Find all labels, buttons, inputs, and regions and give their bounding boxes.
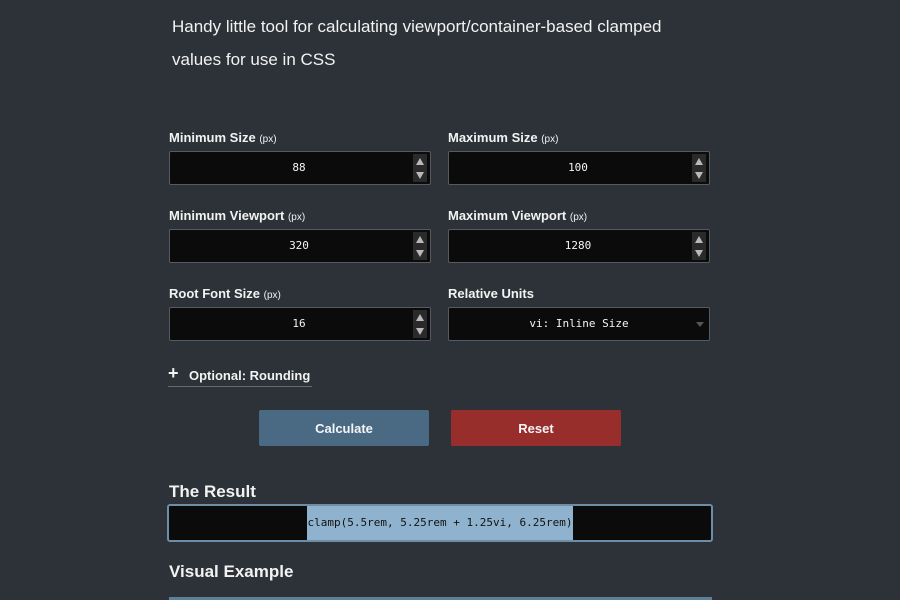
decrement-icon[interactable] bbox=[692, 246, 706, 260]
root-font-input[interactable]: 16 bbox=[169, 307, 431, 341]
relative-units-label: Relative Units bbox=[448, 286, 534, 301]
result-value: clamp(5.5rem, 5.25rem + 1.25vi, 6.25rem) bbox=[306, 506, 574, 540]
min-size-label: Minimum Size (px) bbox=[169, 129, 431, 147]
intro-text: Handy little tool for calculating viewpo… bbox=[172, 10, 732, 76]
max-size-field: Maximum Size (px) 100 bbox=[448, 129, 710, 185]
relative-units-select[interactable]: vi: Inline Size bbox=[448, 307, 710, 341]
max-viewport-field: Maximum Viewport (px) 1280 bbox=[448, 207, 710, 263]
root-font-label-text: Root Font Size bbox=[169, 286, 260, 301]
reset-button[interactable]: Reset bbox=[451, 410, 621, 446]
intro-line-2: values for use in CSS bbox=[172, 50, 336, 69]
root-font-label: Root Font Size (px) bbox=[169, 285, 431, 303]
max-size-label: Maximum Size (px) bbox=[448, 129, 710, 147]
max-size-value: 100 bbox=[568, 161, 588, 174]
optional-rounding-label: Optional: Rounding bbox=[189, 368, 311, 383]
min-viewport-input[interactable]: 320 bbox=[169, 229, 431, 263]
optional-rounding-toggle[interactable]: + Optional: Rounding bbox=[168, 363, 313, 387]
max-viewport-value: 1280 bbox=[564, 239, 592, 252]
min-viewport-stepper[interactable] bbox=[413, 232, 427, 260]
min-size-stepper[interactable] bbox=[413, 154, 427, 182]
max-viewport-label-text: Maximum Viewport bbox=[448, 208, 567, 223]
increment-icon[interactable] bbox=[413, 154, 427, 168]
relative-units-value: vi: Inline Size bbox=[529, 317, 629, 330]
min-viewport-label: Minimum Viewport (px) bbox=[169, 207, 431, 225]
result-title: The Result bbox=[169, 482, 256, 501]
min-viewport-field: Minimum Viewport (px) 320 bbox=[169, 207, 431, 263]
max-size-stepper[interactable] bbox=[692, 154, 706, 182]
min-viewport-value: 320 bbox=[289, 239, 309, 252]
decrement-icon[interactable] bbox=[692, 168, 706, 182]
decrement-icon[interactable] bbox=[413, 324, 427, 338]
root-font-unit: (px) bbox=[263, 290, 281, 301]
plus-icon: + bbox=[168, 363, 179, 383]
root-font-field: Root Font Size (px) 16 bbox=[169, 285, 431, 341]
intro-line-1: Handy little tool for calculating viewpo… bbox=[172, 17, 662, 36]
increment-icon[interactable] bbox=[413, 310, 427, 324]
chevron-down-icon bbox=[696, 322, 704, 327]
visual-example-title: Visual Example bbox=[169, 562, 294, 581]
increment-icon[interactable] bbox=[692, 232, 706, 246]
min-size-field: Minimum Size (px) 88 bbox=[169, 129, 431, 185]
max-viewport-unit: (px) bbox=[569, 212, 588, 223]
increment-icon[interactable] bbox=[413, 232, 427, 246]
calculate-button[interactable]: Calculate bbox=[259, 410, 429, 446]
min-viewport-unit: (px) bbox=[287, 212, 306, 223]
max-viewport-label: Maximum Viewport (px) bbox=[448, 207, 710, 225]
decrement-icon[interactable] bbox=[413, 246, 427, 260]
max-size-input[interactable]: 100 bbox=[448, 151, 710, 185]
min-size-value: 88 bbox=[292, 161, 306, 174]
min-viewport-label-text: Minimum Viewport bbox=[169, 208, 285, 223]
min-size-unit: (px) bbox=[259, 134, 277, 145]
decrement-icon[interactable] bbox=[413, 168, 427, 182]
result-output[interactable]: clamp(5.5rem, 5.25rem + 1.25vi, 6.25rem) bbox=[167, 504, 713, 542]
root-font-stepper[interactable] bbox=[413, 310, 427, 338]
min-size-label-text: Minimum Size bbox=[169, 130, 256, 145]
max-viewport-input[interactable]: 1280 bbox=[448, 229, 710, 263]
max-viewport-stepper[interactable] bbox=[692, 232, 706, 260]
page: Handy little tool for calculating viewpo… bbox=[0, 0, 900, 600]
max-size-label-text: Maximum Size bbox=[448, 130, 538, 145]
increment-icon[interactable] bbox=[692, 154, 706, 168]
min-size-input[interactable]: 88 bbox=[169, 151, 431, 185]
root-font-value: 16 bbox=[292, 317, 306, 330]
max-size-unit: (px) bbox=[541, 134, 559, 145]
relative-units-field: Relative Units vi: Inline Size bbox=[448, 285, 710, 341]
